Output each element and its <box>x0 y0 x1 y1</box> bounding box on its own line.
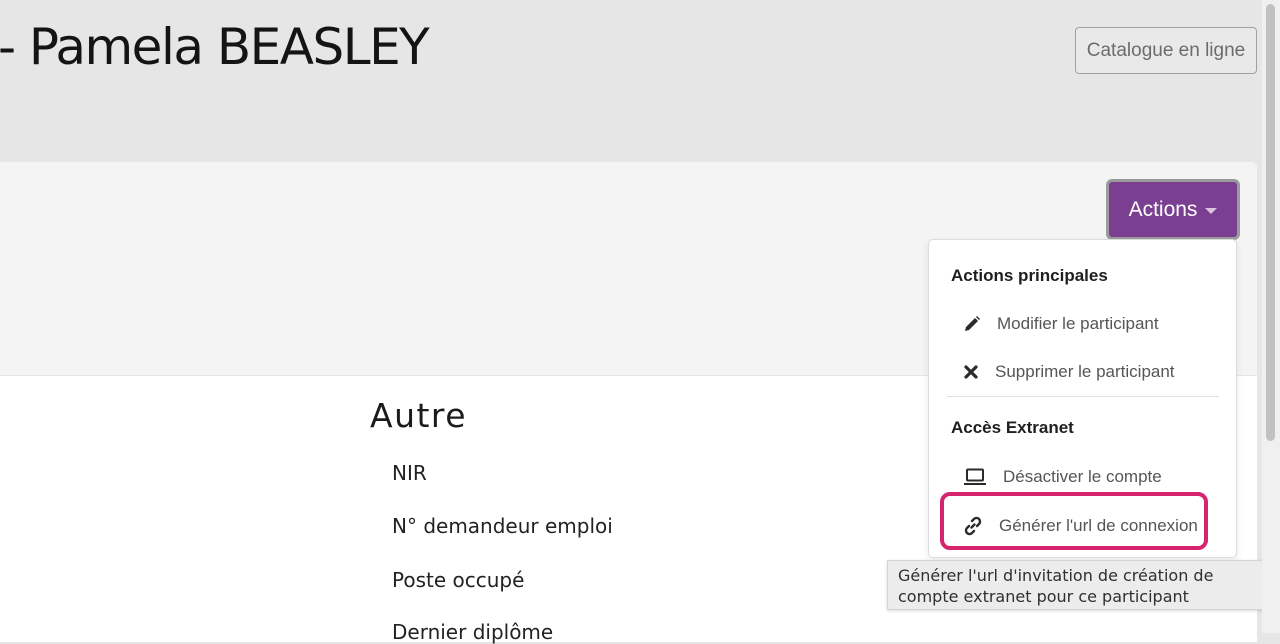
edit-participant-label: Modifier le participant <box>997 314 1159 333</box>
field-label: Poste occupé <box>392 568 525 592</box>
pencil-icon <box>965 316 980 331</box>
edit-participant-item[interactable]: Modifier le participant <box>943 306 1219 342</box>
catalogue-button[interactable]: Catalogue en ligne <box>1075 27 1257 74</box>
page-title: - Pamela BEASLEY <box>0 18 430 76</box>
tooltip: Générer l'url d'invitation de création d… <box>887 560 1280 610</box>
deactivate-account-item[interactable]: Désactiver le compte <box>943 459 1219 495</box>
actions-button[interactable]: Actions <box>1106 179 1240 240</box>
laptop-icon <box>964 468 986 485</box>
field-label: NIR <box>392 461 427 485</box>
deactivate-account-label: Désactiver le compte <box>1003 467 1162 486</box>
delete-participant-label: Supprimer le participant <box>995 362 1175 381</box>
delete-participant-item[interactable]: Supprimer le participant <box>943 354 1219 390</box>
scrollbar[interactable] <box>1262 0 1280 633</box>
dropdown-header-extranet: Accès Extranet <box>951 418 1074 437</box>
highlight-outline <box>940 492 1208 550</box>
dropdown-header-main: Actions principales <box>951 266 1108 285</box>
scrollbar-thumb[interactable] <box>1266 4 1275 441</box>
field-label: N° demandeur emploi <box>392 514 613 538</box>
section-title: Autre <box>370 396 468 435</box>
page-header: - Pamela BEASLEY Catalogue en ligne <box>0 0 1262 162</box>
times-icon <box>964 365 978 379</box>
caret-down-icon <box>1205 208 1218 214</box>
field-label: Dernier diplôme <box>392 620 554 644</box>
dropdown-divider <box>947 396 1219 397</box>
actions-button-label: Actions <box>1128 197 1198 221</box>
